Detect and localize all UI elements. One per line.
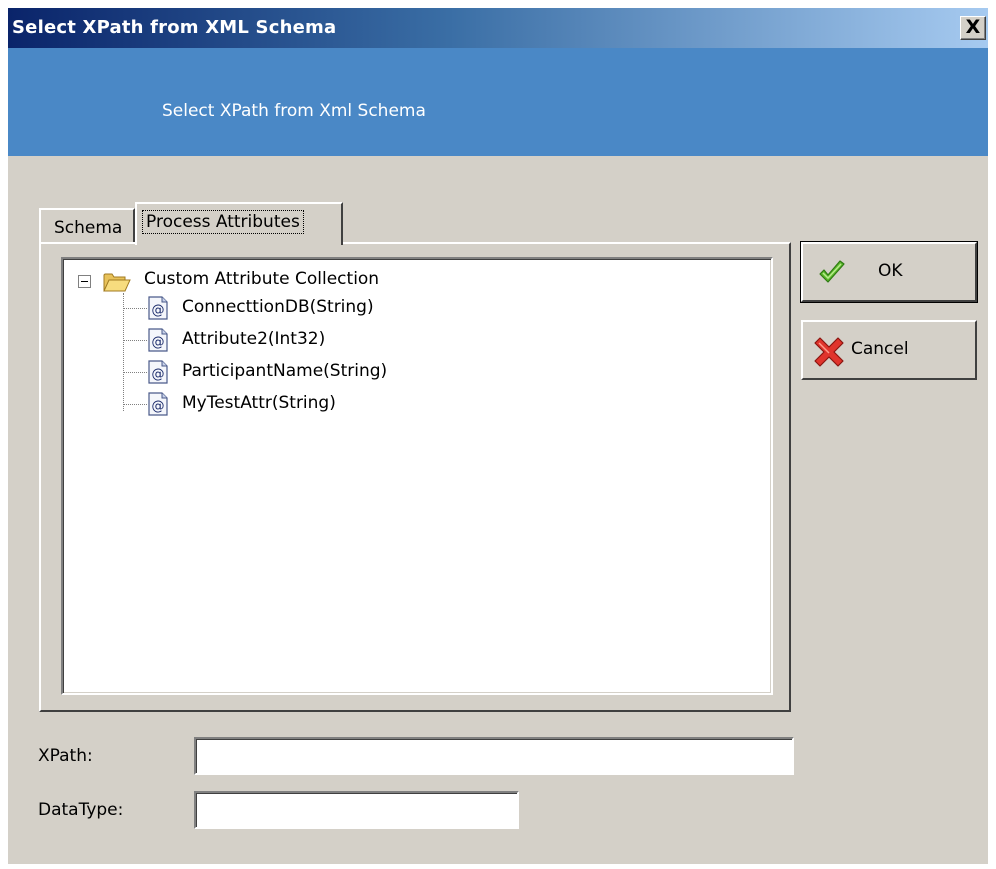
attribute-icon: @ bbox=[148, 296, 168, 320]
tree-node[interactable]: @ ParticipantName(String) bbox=[123, 360, 523, 384]
tree-node[interactable]: @ ConnecttionDB(String) bbox=[123, 296, 523, 320]
title-bar[interactable]: Select XPath from XML Schema X bbox=[8, 8, 988, 48]
tab-process-attributes[interactable]: Process Attributes bbox=[135, 202, 343, 245]
tab-schema-label: Schema bbox=[54, 218, 123, 238]
xpath-input[interactable] bbox=[194, 737, 794, 775]
tab-process-attributes-label: Process Attributes bbox=[142, 210, 304, 234]
tree-root-label[interactable]: Custom Attribute Collection bbox=[144, 269, 379, 289]
banner-text: Select XPath from Xml Schema bbox=[162, 101, 426, 121]
tree-node-label: Attribute2(Int32) bbox=[182, 329, 326, 349]
datatype-label: DataType: bbox=[38, 800, 124, 820]
svg-text:@: @ bbox=[152, 303, 165, 318]
xpath-label: XPath: bbox=[38, 746, 93, 766]
tree-node-label: ConnecttionDB(String) bbox=[182, 297, 374, 317]
attribute-icon: @ bbox=[148, 360, 168, 384]
svg-text:@: @ bbox=[152, 335, 165, 350]
red-x-icon bbox=[814, 337, 844, 367]
attribute-tree[interactable]: Custom Attribute Collection @ Connecttio… bbox=[61, 257, 773, 695]
close-button[interactable]: X bbox=[960, 16, 986, 40]
header-banner: Select XPath from Xml Schema bbox=[8, 48, 988, 156]
tree-node[interactable]: @ MyTestAttr(String) bbox=[123, 392, 523, 416]
cancel-button-label: Cancel bbox=[851, 339, 909, 359]
window-title: Select XPath from XML Schema bbox=[12, 17, 337, 38]
tree-node-label: ParticipantName(String) bbox=[182, 361, 388, 381]
ok-button-label: OK bbox=[878, 261, 903, 281]
select-xpath-dialog: Select XPath from XML Schema X Select XP… bbox=[8, 8, 988, 864]
tab-panel: Custom Attribute Collection @ Connecttio… bbox=[39, 242, 791, 712]
svg-text:@: @ bbox=[152, 367, 165, 382]
datatype-input[interactable] bbox=[194, 791, 519, 829]
folder-open-icon bbox=[103, 273, 131, 292]
ok-button[interactable]: OK bbox=[800, 241, 978, 303]
cancel-button[interactable]: Cancel bbox=[801, 320, 977, 380]
svg-text:@: @ bbox=[152, 399, 165, 414]
tab-schema[interactable]: Schema bbox=[39, 208, 135, 243]
collapse-toggle[interactable] bbox=[78, 275, 91, 288]
tree-node[interactable]: @ Attribute2(Int32) bbox=[123, 328, 523, 352]
tree-node-label: MyTestAttr(String) bbox=[182, 393, 336, 413]
attribute-icon: @ bbox=[148, 328, 168, 352]
checkmark-icon bbox=[819, 260, 845, 283]
attribute-icon: @ bbox=[148, 392, 168, 416]
